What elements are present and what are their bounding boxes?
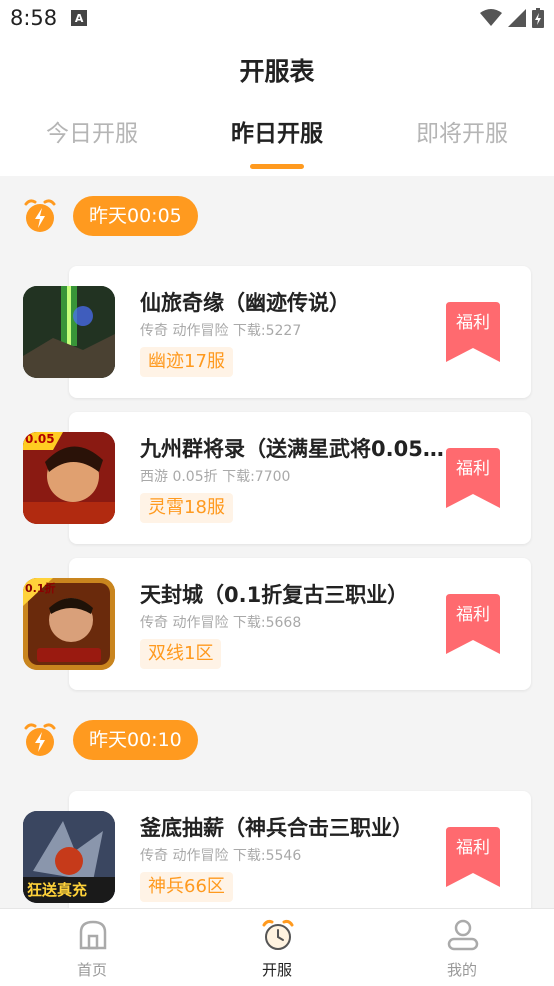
status-bar: 8:58 A — [0, 0, 554, 36]
time-label: 昨天00:10 — [73, 720, 198, 760]
alarm-clock-icon — [262, 919, 294, 950]
alarm-clock-icon — [24, 199, 56, 232]
header: 开服表 今日开服 昨日开服 即将开服 — [0, 36, 554, 176]
nav-home[interactable]: 首页 — [32, 909, 152, 986]
nav-label: 开服 — [261, 961, 292, 979]
game-meta: 西游 0.05折 下载:7700 — [140, 469, 291, 485]
tab-bar: 今日开服 昨日开服 即将开服 — [0, 114, 554, 164]
page-title: 开服表 — [239, 57, 315, 86]
game-meta: 传奇 动作冒险 下载:5546 — [140, 848, 302, 864]
signal-icon — [508, 9, 526, 27]
tab-yesterday[interactable]: 昨日开服 — [185, 114, 369, 148]
server-tag: 幽迹17服 — [140, 347, 233, 377]
tab-active-indicator — [250, 164, 304, 169]
tab-today[interactable]: 今日开服 — [0, 114, 184, 148]
user-icon — [447, 919, 479, 951]
bottom-nav: 首页 开服 我的 — [0, 908, 554, 986]
alarm-clock-icon — [24, 723, 56, 756]
nav-label: 首页 — [76, 961, 107, 979]
icon-promo-label: 狂送真充 — [27, 881, 88, 899]
battery-icon — [532, 8, 544, 28]
game-meta: 传奇 动作冒险 下载:5227 — [140, 323, 302, 339]
wifi-icon — [480, 9, 502, 26]
welfare-label: 福利 — [456, 605, 490, 625]
nav-profile[interactable]: 我的 — [402, 909, 522, 986]
welfare-badge[interactable]: 福利 — [446, 448, 500, 508]
status-time: 8:58 — [10, 6, 58, 30]
game-name: 九州群将录（送满星武将0.05折） — [140, 437, 446, 461]
welfare-label: 福利 — [456, 838, 490, 858]
server-list[interactable]: 昨天00:05 仙旅奇缘（幽迹传说） 传奇 动作冒险 下载:5227 幽迹17服… — [0, 176, 554, 908]
welfare-label: 福利 — [456, 459, 490, 479]
notification-icon: A — [71, 10, 88, 26]
time-label: 昨天00:05 — [73, 196, 198, 236]
nav-label: 我的 — [446, 961, 477, 979]
game-name: 釜底抽薪（神兵合击三职业） — [140, 816, 413, 840]
game-meta: 传奇 动作冒险 下载:5668 — [140, 615, 302, 631]
server-tag: 神兵66区 — [140, 872, 233, 902]
welfare-badge[interactable]: 福利 — [446, 302, 500, 362]
welfare-label: 福利 — [456, 313, 490, 333]
status-indicators — [480, 8, 544, 28]
server-tag: 灵霄18服 — [140, 493, 233, 523]
server-tag: 双线1区 — [140, 639, 222, 669]
game-name: 仙旅奇缘（幽迹传说） — [140, 291, 350, 315]
game-icon-tianfeng[interactable]: 0.1折 — [23, 578, 115, 670]
home-icon — [79, 920, 107, 950]
icon-discount-label: 0.1折 — [25, 582, 56, 595]
welfare-badge[interactable]: 福利 — [446, 594, 500, 654]
tab-upcoming[interactable]: 即将开服 — [370, 114, 554, 148]
game-name: 天封城（0.1折复古三职业） — [140, 583, 409, 607]
game-icon-jiuzhou[interactable]: 0.05 — [23, 432, 115, 524]
icon-discount-label: 0.05 — [25, 432, 55, 446]
game-icon-xianlv[interactable] — [23, 286, 115, 378]
welfare-badge[interactable]: 福利 — [446, 827, 500, 887]
game-icon-fudi[interactable]: 狂送真充 — [23, 811, 115, 903]
nav-servers[interactable]: 开服 — [217, 909, 337, 986]
